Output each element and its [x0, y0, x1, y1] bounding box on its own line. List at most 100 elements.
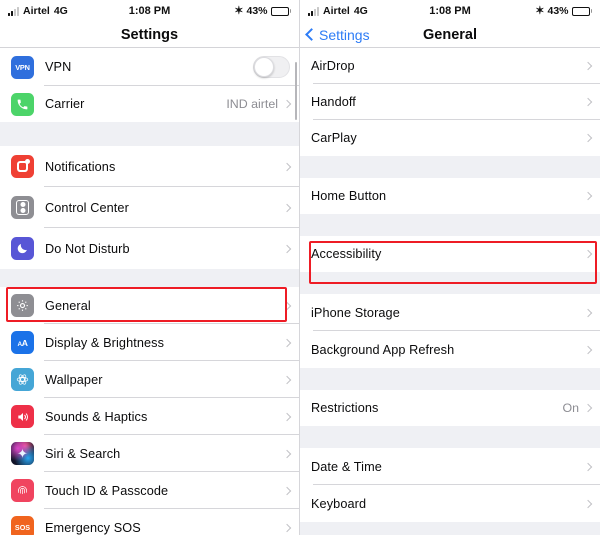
gear-icon	[11, 294, 34, 317]
chevron-right-icon	[282, 99, 292, 109]
back-button-label: Settings	[319, 26, 370, 43]
vpn-icon: VPN	[11, 55, 34, 79]
settings-row-label: Do Not Disturb	[45, 241, 130, 256]
chevron-left-icon	[305, 28, 318, 41]
general-row-handoff[interactable]: Handoff	[300, 84, 600, 120]
chevron-right-icon	[282, 338, 292, 347]
chevron-right-icon	[583, 345, 593, 354]
settings-row-control-center[interactable]: Control Center	[0, 187, 299, 228]
control-center-icon	[11, 196, 34, 219]
siri-glyph: ✦	[17, 446, 28, 461]
chevron-right-icon	[282, 486, 292, 495]
chevron-right-icon	[282, 412, 292, 421]
chevron-right-icon	[583, 133, 593, 143]
settings-row-notifications[interactable]: Notifications	[0, 146, 299, 187]
section-gap	[300, 368, 600, 390]
carrier-name: Airtel	[323, 5, 350, 17]
settings-row-sounds-haptics[interactable]: Sounds & Haptics	[0, 398, 299, 435]
chevron-right-icon	[282, 244, 292, 253]
network-type: 4G	[53, 5, 68, 17]
status-bar-left-group: Airtel 4G	[308, 5, 368, 17]
settings-row-label: Carrier	[45, 97, 85, 111]
network-type: 4G	[353, 5, 368, 17]
chevron-right-icon	[282, 449, 292, 458]
chevron-right-icon	[282, 203, 292, 212]
battery-icon	[571, 6, 592, 16]
general-row-airdrop[interactable]: AirDrop	[300, 48, 600, 84]
general-row-keyboard[interactable]: Keyboard	[300, 485, 600, 522]
settings-row-touch-id-passcode[interactable]: Touch ID & Passcode	[0, 472, 299, 509]
status-bar-right-group: ✶ 43%	[535, 5, 592, 17]
settings-row-label: General	[45, 298, 91, 313]
chevron-right-icon	[583, 403, 593, 413]
page-title: Settings	[120, 26, 179, 43]
general-screen: Airtel 4G 1:08 PM ✶ 43% Settings General	[300, 0, 600, 535]
battery-icon	[270, 6, 291, 16]
vpn-toggle[interactable]	[253, 56, 290, 78]
back-button[interactable]: Settings	[300, 27, 370, 43]
settings-row-label: Notifications	[45, 159, 116, 174]
general-row-carplay[interactable]: CarPlay	[300, 120, 600, 156]
status-bar-right-group: ✶ 43%	[234, 5, 291, 17]
general-row-restrictions[interactable]: Restrictions On	[300, 390, 600, 426]
scroll-indicator-left[interactable]	[294, 62, 297, 120]
status-bar-right: Airtel 4G 1:08 PM ✶ 43%	[300, 0, 600, 22]
settings-row-wallpaper[interactable]: Wallpaper	[0, 361, 299, 398]
phone-icon	[11, 92, 34, 116]
status-bar-left: Airtel 4G 1:08 PM ✶ 43%	[0, 0, 299, 22]
settings-list: VPN VPN Carrier IND airtel Notifications…	[0, 48, 299, 535]
settings-row-do-not-disturb[interactable]: Do Not Disturb	[0, 228, 299, 269]
display-brightness-icon: AA	[11, 331, 34, 354]
nav-bar-right: Settings General	[300, 22, 600, 48]
chevron-right-icon	[282, 162, 292, 171]
general-row-iphone-storage[interactable]: iPhone Storage	[300, 294, 600, 331]
general-row-accessibility[interactable]: Accessibility	[300, 236, 600, 272]
signal-strength-icon	[308, 6, 319, 16]
fingerprint-icon	[11, 479, 34, 502]
general-row-label: Restrictions	[311, 401, 379, 415]
chevron-right-icon	[583, 462, 593, 471]
general-row-label: Background App Refresh	[311, 342, 455, 357]
general-row-label: Keyboard	[311, 496, 367, 511]
general-row-label: CarPlay	[311, 131, 357, 145]
wallpaper-icon	[11, 368, 34, 391]
settings-row-display-brightness[interactable]: AA Display & Brightness	[0, 324, 299, 361]
general-row-home-button[interactable]: Home Button	[300, 178, 600, 214]
chevron-right-icon	[583, 308, 593, 317]
notifications-icon	[11, 155, 34, 178]
settings-row-vpn[interactable]: VPN VPN	[0, 48, 299, 86]
settings-row-label: Siri & Search	[45, 446, 121, 461]
chevron-right-icon	[583, 499, 593, 508]
carrier-name: Airtel	[23, 5, 50, 17]
section-gap	[300, 272, 600, 294]
general-row-date-time[interactable]: Date & Time	[300, 448, 600, 485]
chevron-right-icon	[282, 375, 292, 384]
section-gap	[0, 122, 299, 146]
settings-row-carrier[interactable]: Carrier IND airtel	[0, 86, 299, 122]
general-list: AirDrop Handoff CarPlay Home Button Acce…	[300, 48, 600, 522]
general-row-label: AirDrop	[311, 59, 355, 73]
general-row-label: Handoff	[311, 95, 356, 109]
section-gap	[300, 214, 600, 236]
settings-row-label: Touch ID & Passcode	[45, 483, 169, 498]
chevron-right-icon	[583, 61, 593, 71]
signal-strength-icon	[8, 6, 19, 16]
bluetooth-icon: ✶	[234, 4, 244, 17]
general-row-label: Accessibility	[311, 247, 382, 261]
settings-row-label: Control Center	[45, 200, 129, 215]
chevron-right-icon	[583, 97, 593, 107]
chevron-right-icon	[583, 191, 593, 201]
section-gap	[300, 156, 600, 178]
carrier-value: IND airtel	[226, 97, 278, 111]
bluetooth-icon: ✶	[535, 4, 545, 17]
nav-bar-left: Settings	[0, 22, 299, 48]
settings-row-general[interactable]: General	[0, 287, 299, 324]
settings-row-emergency-sos[interactable]: SOS Emergency SOS	[0, 509, 299, 535]
section-gap	[0, 269, 299, 287]
settings-row-siri-search[interactable]: ✦ Siri & Search	[0, 435, 299, 472]
dual-screenshot-container: Airtel 4G 1:08 PM ✶ 43% Settings VPN VPN…	[0, 0, 600, 535]
settings-row-label: VPN	[45, 60, 72, 74]
status-bar-left-group: Airtel 4G	[8, 5, 68, 17]
sos-icon: SOS	[11, 516, 34, 535]
general-row-background-app-refresh[interactable]: Background App Refresh	[300, 331, 600, 368]
